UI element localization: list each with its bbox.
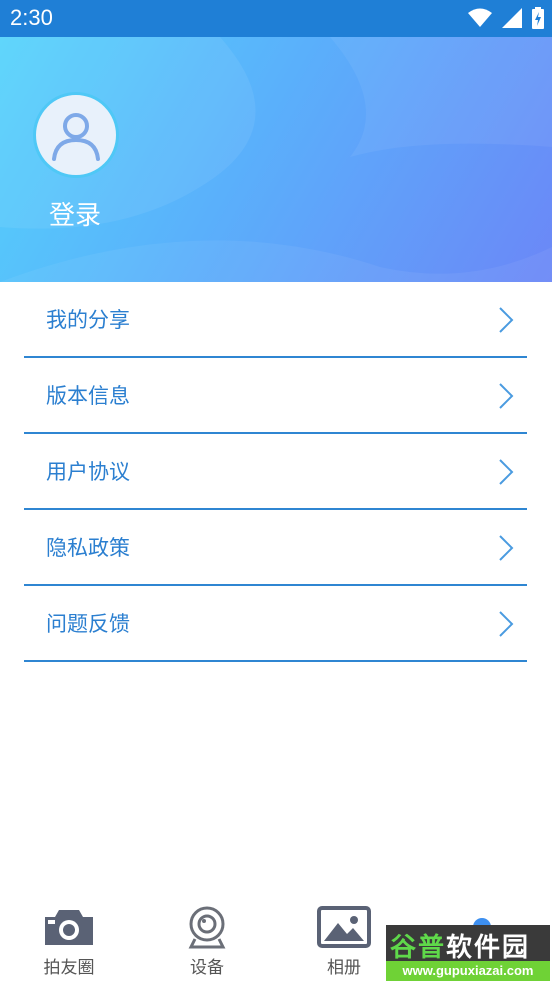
settings-menu: 我的分享 版本信息 用户协议 隐私政策 问题反馈 (24, 282, 527, 662)
camera-icon (45, 910, 93, 945)
chevron-right-icon (499, 535, 514, 561)
avatar[interactable] (33, 92, 119, 178)
photo-icon (317, 906, 371, 948)
nav-label: 相册 (327, 958, 361, 978)
profile-header: 登录 (0, 37, 552, 282)
nav-tab-album[interactable]: 相册 (299, 905, 389, 983)
menu-item-label: 隐私政策 (46, 536, 130, 560)
nav-label: 设备 (190, 958, 224, 978)
chevron-right-icon (499, 383, 514, 409)
menu-item-label: 我的分享 (46, 308, 130, 332)
nav-label: 拍友圈 (43, 958, 95, 978)
watermark-brand: 谷普软件园 (390, 927, 546, 963)
login-link[interactable]: 登录 (49, 195, 101, 232)
status-bar: 2:30 (0, 0, 552, 37)
menu-item-label: 用户协议 (46, 460, 130, 484)
menu-item-label: 问题反馈 (46, 612, 130, 636)
menu-item-label: 版本信息 (46, 384, 130, 408)
menu-item-version-info[interactable]: 版本信息 (24, 358, 527, 434)
wifi-icon (468, 8, 492, 27)
chevron-right-icon (499, 611, 514, 637)
status-time: 2:30 (10, 5, 53, 30)
watermark-url: www.gupuxiazai.com (386, 961, 550, 981)
user-avatar-icon (52, 113, 100, 161)
menu-item-privacy-policy[interactable]: 隐私政策 (24, 510, 527, 586)
menu-item-feedback[interactable]: 问题反馈 (24, 586, 527, 662)
watermark-brand-part2: 软件园 (446, 933, 531, 963)
battery-icon (532, 7, 544, 29)
signal-icon (502, 8, 522, 28)
menu-item-my-share[interactable]: 我的分享 (24, 282, 527, 358)
nav-tab-devices[interactable]: 设备 (162, 905, 252, 983)
nav-tab-moments[interactable]: 拍友圈 (24, 905, 114, 983)
status-icons (468, 7, 544, 29)
menu-item-user-agreement[interactable]: 用户协议 (24, 434, 527, 510)
webcam-icon (188, 906, 226, 949)
chevron-right-icon (499, 459, 514, 485)
watermark-brand-part1: 谷普 (390, 933, 447, 963)
chevron-right-icon (499, 307, 514, 333)
watermark-logo: 谷普软件园 www.gupuxiazai.com (386, 925, 550, 981)
